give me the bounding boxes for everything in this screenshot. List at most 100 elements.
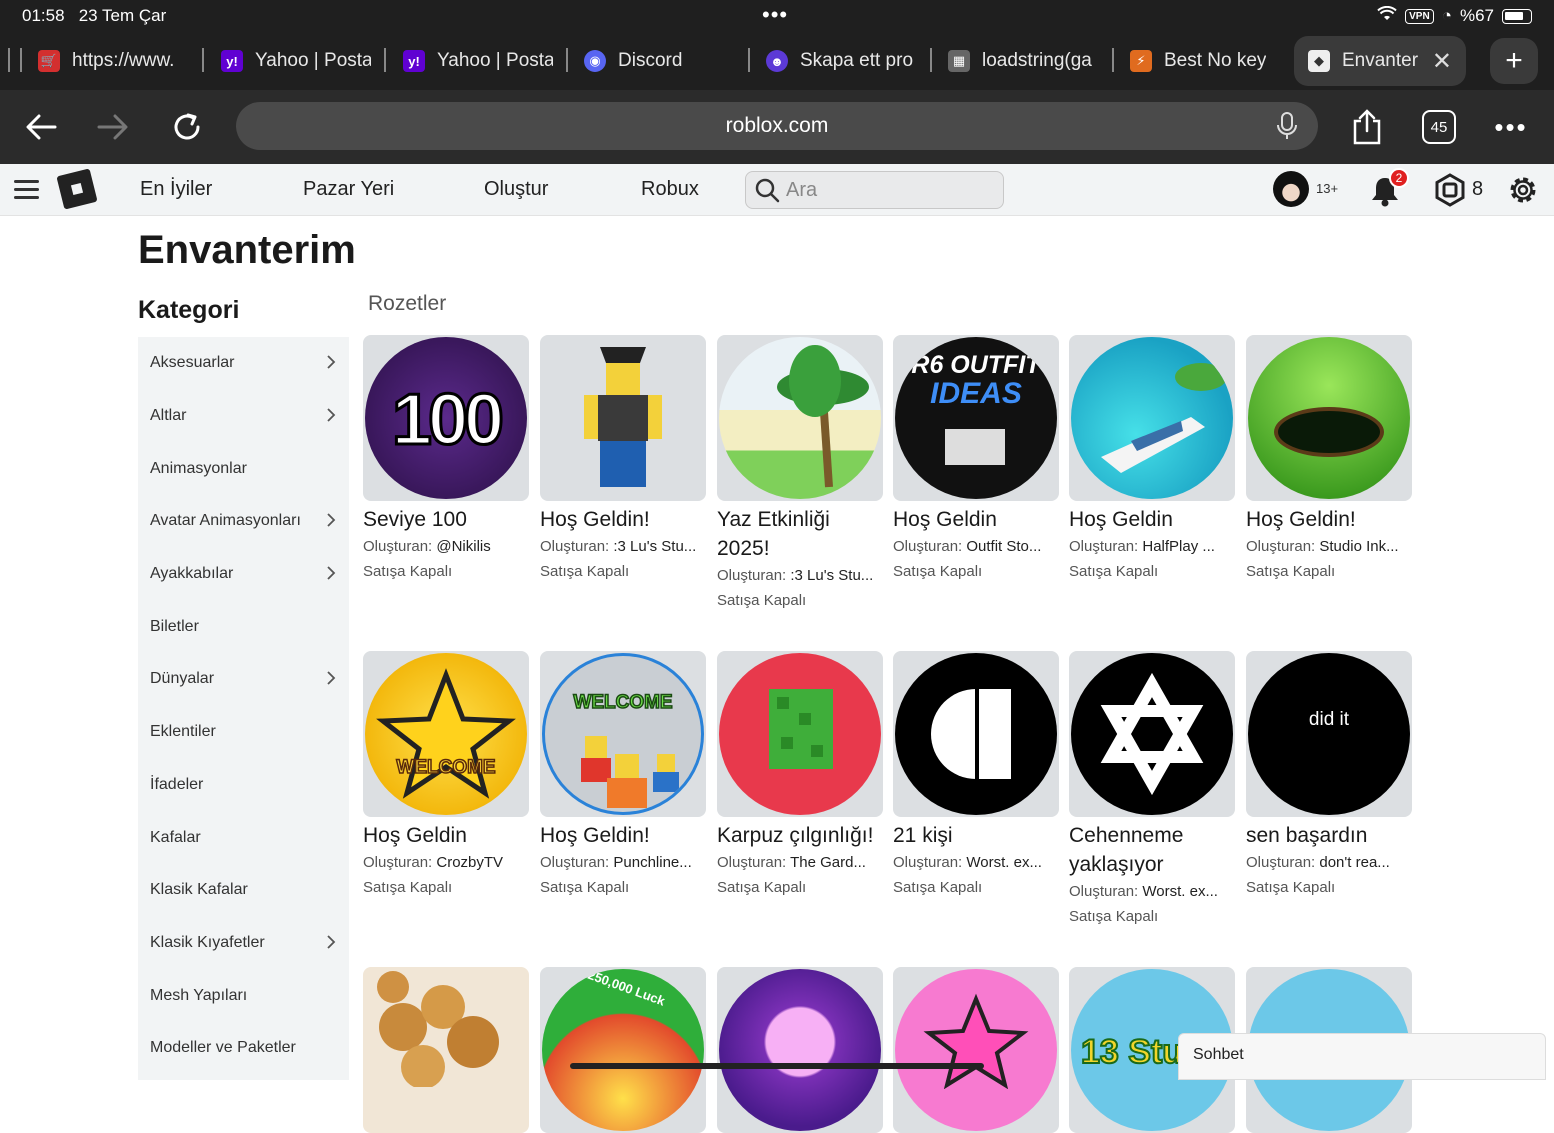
badge-thumbnail[interactable] (1069, 651, 1235, 817)
badge-card[interactable]: did it sen başardın Oluşturan: don't rea..… (1246, 651, 1412, 896)
creator-link[interactable]: HalfPlay ... (1142, 538, 1215, 555)
nav-robux-link[interactable]: Robux (641, 178, 699, 201)
sidebar-item[interactable]: Modeller ve Paketler (138, 1022, 349, 1075)
sidebar-item[interactable]: İfadeler (138, 759, 349, 812)
tab-5[interactable]: ☻ Skapa ett pro (766, 36, 916, 86)
badge-thumbnail[interactable] (1246, 335, 1412, 501)
badge-card[interactable]: Cehenneme yaklaşıyor Oluşturan: Worst. ex… (1069, 651, 1235, 925)
avatar[interactable] (1273, 171, 1309, 207)
forward-button[interactable] (90, 104, 136, 150)
badge-card[interactable]: WELCOME Hoş Geldin! Oluşturan: Punchline..… (540, 651, 706, 896)
creator-link[interactable]: Worst. ex... (1142, 883, 1218, 900)
badge-thumbnail[interactable]: did it (1246, 651, 1412, 817)
back-button[interactable] (18, 104, 64, 150)
sidebar-item[interactable]: Animasyonlar (138, 442, 349, 495)
microphone-icon[interactable] (1276, 112, 1302, 140)
sidebar-item[interactable]: Altlar (138, 390, 349, 443)
address-bar[interactable]: roblox.com (236, 102, 1318, 150)
badge-card-partial[interactable] (717, 967, 883, 1133)
badge-name[interactable]: Yaz Etkinliği 2025! (717, 505, 883, 563)
badge-card[interactable]: 100 Seviye 100 Oluşturan: @Nikilis Satışa K… (363, 335, 529, 580)
tab-3[interactable]: y! Yahoo | Posta (403, 36, 553, 86)
badge-name[interactable]: Hoş Geldin! (1246, 505, 1412, 534)
settings-gear-icon[interactable] (1506, 173, 1540, 207)
sidebar-item[interactable]: Dünyalar (138, 653, 349, 706)
share-button[interactable] (1344, 104, 1390, 150)
robux-icon[interactable] (1433, 173, 1467, 207)
badge-name[interactable]: Hoş Geldin (1069, 505, 1235, 534)
creator-link[interactable]: :3 Lu's Stu... (790, 567, 873, 584)
reload-button[interactable] (164, 104, 210, 150)
badge-name[interactable]: 21 kişi (893, 821, 1059, 850)
sidebar-item[interactable]: Kafalar (138, 811, 349, 864)
badge-card[interactable]: 21 kişi Oluşturan: Worst. ex... Satışa Kap… (893, 651, 1059, 896)
badge-thumbnail[interactable] (1069, 335, 1235, 501)
badge-name[interactable]: Cehenneme yaklaşıyor (1069, 821, 1235, 879)
badge-card-partial[interactable] (363, 967, 529, 1133)
badge-card-partial[interactable]: x250,000 Luck (540, 967, 706, 1133)
more-menu-button[interactable]: ••• (1488, 104, 1534, 150)
badge-name[interactable]: Hoş Geldin! (540, 505, 706, 534)
home-indicator[interactable] (570, 1063, 984, 1069)
badge-card-partial[interactable] (893, 967, 1059, 1133)
badge-card[interactable]: Yaz Etkinliği 2025! Oluşturan: :3 Lu's St… (717, 335, 883, 609)
badge-name[interactable]: Seviye 100 (363, 505, 529, 534)
tab-6[interactable]: ▦ loadstring(ga (948, 36, 1098, 86)
badge-name[interactable]: Hoş Geldin (893, 505, 1059, 534)
sidebar-item[interactable]: Biletler (138, 600, 349, 653)
badge-thumbnail[interactable]: WELCOME (540, 651, 706, 817)
creator-link[interactable]: Outfit Sto... (966, 538, 1041, 555)
chat-panel[interactable]: Sohbet (1178, 1033, 1546, 1080)
creator-link[interactable]: Studio Ink... (1319, 538, 1398, 555)
sidebar-item[interactable]: Mesh Yapıları (138, 969, 349, 1022)
tab-4[interactable]: ◉ Discord (584, 36, 744, 86)
creator-link[interactable]: Punchline... (613, 854, 691, 871)
new-tab-button[interactable]: + (1490, 38, 1538, 84)
creator-link[interactable]: :3 Lu's Stu... (613, 538, 696, 555)
robux-balance[interactable]: 8 (1472, 178, 1483, 201)
badge-card[interactable]: WELCOME Hoş Geldin Oluşturan: CrozbyTV Satı… (363, 651, 529, 896)
multitask-dots[interactable]: ••• (762, 2, 788, 28)
close-tab-icon[interactable]: ✕ (1432, 47, 1452, 76)
badge-thumbnail[interactable] (893, 651, 1059, 817)
creator-link[interactable]: CrozbyTV (436, 854, 503, 871)
badge-name[interactable]: Hoş Geldin (363, 821, 529, 850)
badge-thumbnail[interactable] (717, 651, 883, 817)
badge-thumbnail[interactable] (717, 335, 883, 501)
hamburger-menu-icon[interactable] (14, 180, 39, 200)
tab-2[interactable]: y! Yahoo | Posta (221, 36, 371, 86)
sidebar-item[interactable]: Avatar Animasyonları (138, 495, 349, 548)
search-input[interactable] (786, 178, 986, 202)
badge-name[interactable]: Hoş Geldin! (540, 821, 706, 850)
badge-thumbnail[interactable]: 100 (363, 335, 529, 501)
tab-count-button[interactable]: 45 (1422, 110, 1456, 144)
sidebar-item[interactable]: Eklentiler (138, 706, 349, 759)
tab-active[interactable]: ◆ Envanter ✕ (1294, 36, 1466, 86)
nav-marketplace-link[interactable]: Pazar Yeri (303, 178, 394, 201)
creator-link[interactable]: The Gard... (790, 854, 866, 871)
badge-card[interactable]: Hoş Geldin Oluşturan: HalfPlay ... Satışa … (1069, 335, 1235, 580)
creator-link[interactable]: @Nikilis (436, 538, 490, 555)
sidebar-item[interactable]: Ayakkabılar (138, 548, 349, 601)
sidebar-item[interactable]: Klasik Kafalar (138, 864, 349, 917)
badge-thumbnail[interactable]: R6 OUTFIT IDEAS (893, 335, 1059, 501)
creator-link[interactable]: Worst. ex... (966, 854, 1042, 871)
badge-thumbnail[interactable] (540, 335, 706, 501)
tab-separator (748, 48, 750, 72)
nav-top-link[interactable]: En İyiler (140, 178, 212, 201)
search-box[interactable] (745, 171, 1004, 209)
roblox-logo[interactable] (56, 168, 98, 210)
nav-create-link[interactable]: Oluştur (484, 178, 548, 201)
badge-card[interactable]: Karpuz çılgınlığı! Oluşturan: The Gard...… (717, 651, 883, 896)
badge-name[interactable]: sen başardın (1246, 821, 1412, 850)
tab-7[interactable]: ⚡ Best No key (1130, 36, 1280, 86)
sidebar-item[interactable]: Aksesuarlar (138, 337, 349, 390)
badge-card[interactable]: Hoş Geldin! Oluşturan: :3 Lu's Stu... Satı… (540, 335, 706, 580)
badge-name[interactable]: Karpuz çılgınlığı! (717, 821, 883, 850)
creator-link[interactable]: don't rea... (1319, 854, 1389, 871)
badge-card[interactable]: Hoş Geldin! Oluşturan: Studio Ink... Satış… (1246, 335, 1412, 580)
sidebar-item[interactable]: Klasik Kıyafetler (138, 917, 349, 970)
badge-card[interactable]: R6 OUTFIT IDEAS Hoş Geldin Oluşturan: Outfi… (893, 335, 1059, 580)
badge-thumbnail[interactable]: WELCOME (363, 651, 529, 817)
tab-1[interactable]: 🛒 https://www. (38, 36, 188, 86)
